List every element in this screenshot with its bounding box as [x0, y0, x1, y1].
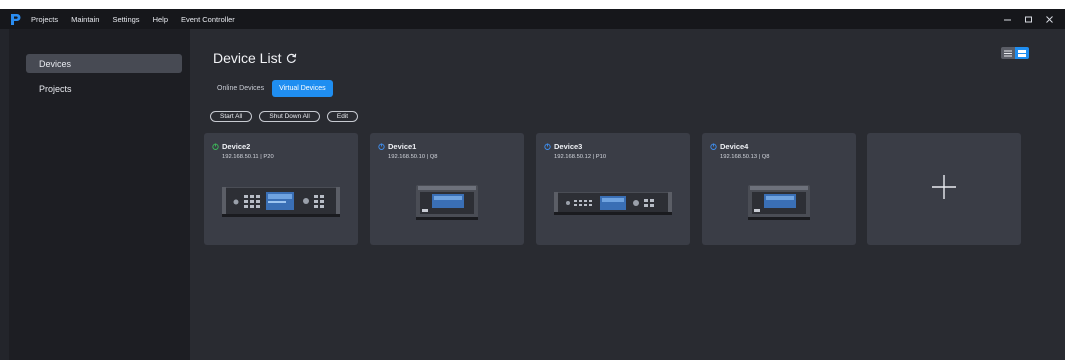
list-view-icon[interactable] — [1001, 47, 1015, 59]
window-controls — [996, 9, 1059, 29]
device-name: Device2 — [212, 142, 250, 151]
device-card[interactable]: Device3 192.168.50.12 | P10 — [536, 133, 690, 245]
menu-projects[interactable]: Projects — [31, 15, 58, 24]
device-info: 192.168.50.11 | P20 — [222, 154, 274, 160]
close-icon[interactable] — [1040, 9, 1059, 29]
page-title-text: Device List — [213, 50, 282, 66]
sidebar-item-label: Devices — [39, 58, 72, 69]
add-device-card[interactable] — [867, 133, 1021, 245]
sidebar-item-label: Projects — [39, 83, 72, 94]
window-top-strip — [0, 0, 1065, 9]
sidebar-item-projects[interactable]: Projects — [26, 79, 182, 98]
maximize-icon[interactable] — [1019, 9, 1038, 29]
refresh-icon[interactable] — [286, 53, 297, 64]
device-card[interactable]: Device2 192.168.50.11 | P20 — [204, 133, 358, 245]
app-body: Devices Projects Device List Online Devi… — [9, 29, 1065, 360]
device-info: 192.168.50.12 | P10 — [554, 154, 607, 160]
device-tabs: Online Devices Virtual Devices — [210, 80, 333, 97]
menu-help[interactable]: Help — [153, 15, 168, 24]
main-content: Device List Online Devices Virtual Devic… — [190, 29, 1065, 360]
device-image — [416, 185, 478, 220]
device-info: 192.168.50.10 | Q8 — [388, 154, 438, 160]
plus-icon — [930, 173, 958, 206]
menu-maintain[interactable]: Maintain — [71, 15, 99, 24]
tab-online-devices[interactable]: Online Devices — [210, 80, 271, 97]
menu-settings[interactable]: Settings — [112, 15, 139, 24]
menu-event-controller[interactable]: Event Controller — [181, 15, 235, 24]
device-name: Device3 — [544, 142, 582, 151]
power-status-icon — [378, 143, 385, 150]
tab-virtual-devices[interactable]: Virtual Devices — [272, 80, 333, 97]
view-toggle — [1001, 47, 1029, 59]
power-status-icon — [544, 143, 551, 150]
edit-button[interactable]: Edit — [326, 111, 359, 122]
device-name: Device4 — [710, 142, 748, 151]
menu-bar: Projects Maintain Settings Help Event Co… — [0, 9, 1065, 29]
sidebar: Devices Projects — [9, 29, 190, 360]
device-name-text: Device3 — [554, 142, 583, 151]
action-bar: Start All Shut Down All Edit — [210, 111, 365, 122]
sidebar-item-devices[interactable]: Devices — [26, 54, 182, 73]
shut-down-all-button[interactable]: Shut Down All — [259, 111, 320, 122]
device-info: 192.168.50.13 | Q8 — [720, 154, 770, 160]
minimize-icon[interactable] — [998, 9, 1017, 29]
card-view-icon[interactable] — [1015, 47, 1029, 59]
device-image — [222, 187, 340, 217]
power-status-icon — [710, 143, 717, 150]
device-card[interactable]: Device1 192.168.50.10 | Q8 — [370, 133, 524, 245]
page-title: Device List — [213, 50, 297, 66]
device-name: Device1 — [378, 142, 416, 151]
power-status-icon — [212, 143, 219, 150]
device-image — [748, 185, 810, 220]
device-name-text: Device4 — [720, 142, 749, 151]
device-name-text: Device2 — [222, 142, 251, 151]
device-image — [554, 192, 672, 215]
device-name-text: Device1 — [388, 142, 417, 151]
device-card[interactable]: Device4 192.168.50.13 | Q8 — [702, 133, 856, 245]
app-logo-icon — [8, 12, 22, 26]
start-all-button[interactable]: Start All — [210, 111, 253, 122]
